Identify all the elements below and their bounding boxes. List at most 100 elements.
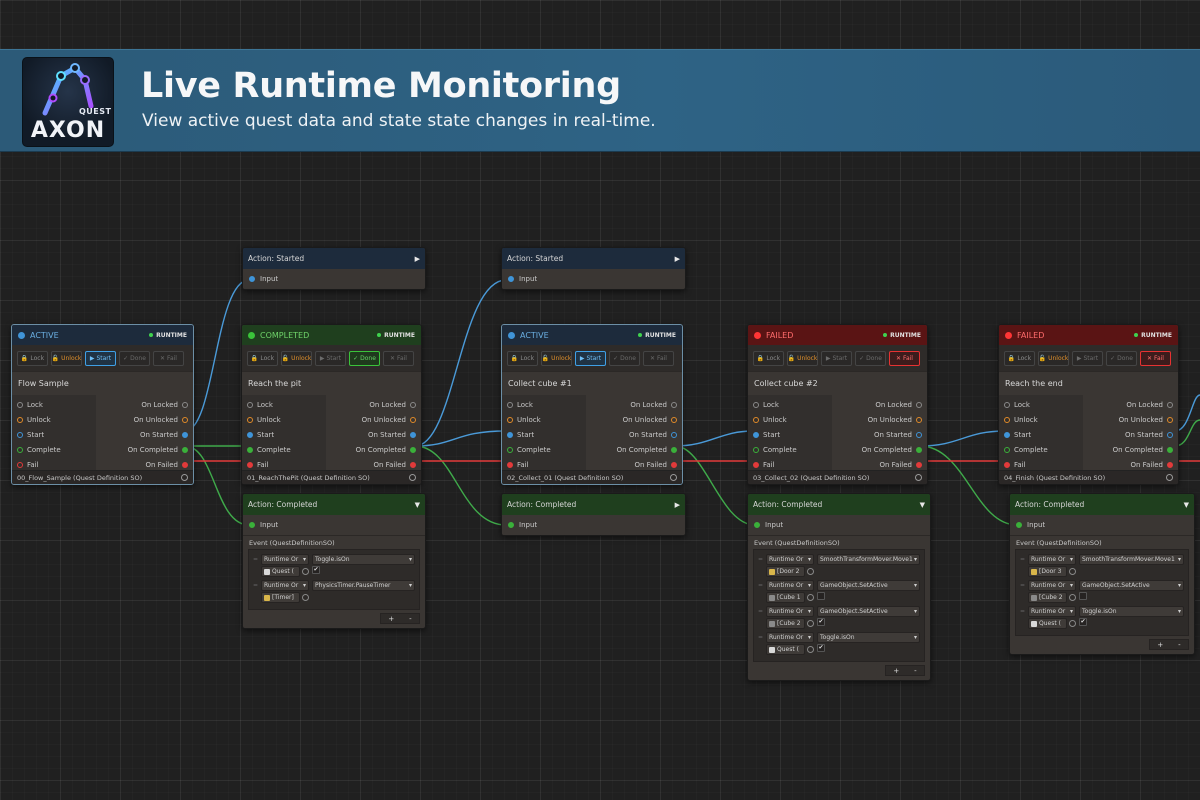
fail-button[interactable]: ✕ Fail: [889, 350, 920, 366]
output-port-on-locked[interactable]: On Locked: [586, 397, 682, 412]
object-picker-icon[interactable]: [807, 646, 814, 653]
method-dropdown[interactable]: SmoothTransformMover.Move1 ▾: [1079, 554, 1184, 565]
input-port-fail[interactable]: Fail: [748, 457, 832, 472]
lock-button[interactable]: 🔒 Lock: [507, 350, 538, 366]
input-port-fail[interactable]: Fail: [12, 457, 96, 472]
quest-asset-field[interactable]: 04_Finish (Quest Definition SO): [999, 470, 1178, 484]
input-port-start[interactable]: Start: [12, 427, 96, 442]
add-event-button[interactable]: +: [388, 615, 394, 623]
start-button[interactable]: ▶ Start: [1072, 350, 1103, 366]
quest-asset-field[interactable]: 02_Collect_01 (Quest Definition SO): [502, 470, 682, 484]
argument-checkbox[interactable]: ✔: [312, 566, 320, 574]
input-port-fail[interactable]: Fail: [502, 457, 586, 472]
output-port-on-started[interactable]: On Started: [326, 427, 421, 442]
quest-asset-field[interactable]: 03_Collect_02 (Quest Definition SO): [748, 470, 927, 484]
object-picker-icon[interactable]: [670, 474, 677, 481]
input-port[interactable]: Input: [243, 269, 425, 289]
output-port-on-completed[interactable]: On Completed: [832, 442, 927, 457]
output-port-on-unlocked[interactable]: On Unlocked: [832, 412, 927, 427]
collapse-arrow-icon[interactable]: ▼: [415, 501, 420, 509]
unlock-button[interactable]: 🔓 Unlock: [1038, 350, 1069, 366]
quest-asset-field[interactable]: 01_ReachThePit (Quest Definition SO): [242, 470, 421, 484]
remove-event-button[interactable]: -: [914, 667, 917, 675]
remove-event-button[interactable]: -: [1178, 641, 1181, 649]
runtime-mode-dropdown[interactable]: Runtime Or ▾: [1028, 606, 1076, 617]
input-port-complete[interactable]: Complete: [502, 442, 586, 457]
input-port-unlock[interactable]: Unlock: [748, 412, 832, 427]
runtime-mode-dropdown[interactable]: Runtime Or ▾: [766, 632, 814, 643]
method-dropdown[interactable]: GameObject.SetActive ▾: [1079, 580, 1184, 591]
method-dropdown[interactable]: SmoothTransformMover.Move1 ▾: [817, 554, 920, 565]
action-completed-node-1[interactable]: Action: Completed ▼ Input Event (QuestDef…: [242, 493, 426, 629]
method-dropdown[interactable]: Toggle.isOn ▾: [1079, 606, 1184, 617]
object-picker-icon[interactable]: [915, 474, 922, 481]
done-button[interactable]: ✓ Done: [349, 350, 380, 366]
target-field[interactable]: [Cube 2: [1028, 592, 1067, 603]
method-dropdown[interactable]: Toggle.isOn ▾: [312, 554, 415, 565]
output-port-on-completed[interactable]: On Completed: [96, 442, 193, 457]
object-picker-icon[interactable]: [302, 594, 309, 601]
input-port-fail[interactable]: Fail: [242, 457, 326, 472]
runtime-mode-dropdown[interactable]: Runtime Or ▾: [1028, 580, 1076, 591]
quest-node-collect-cube-1[interactable]: ACTIVE RUNTIME 🔒 Lock 🔓 Unlock ▶ Start ✓ Don…: [501, 324, 683, 485]
object-picker-icon[interactable]: [1069, 594, 1076, 601]
input-port-complete[interactable]: Complete: [748, 442, 832, 457]
output-port-on-failed[interactable]: On Failed: [326, 457, 421, 472]
action-started-node-2[interactable]: Action: Started ▶ Input: [501, 247, 686, 290]
add-event-button[interactable]: +: [1157, 641, 1163, 649]
output-port-on-started[interactable]: On Started: [832, 427, 927, 442]
input-port-fail[interactable]: Fail: [999, 457, 1083, 472]
fail-button[interactable]: ✕ Fail: [153, 350, 184, 366]
runtime-mode-dropdown[interactable]: Runtime Or ▾: [261, 554, 309, 565]
unlock-button[interactable]: 🔓 Unlock: [787, 350, 818, 366]
action-completed-node-3[interactable]: Action: Completed ▼ Input Event (QuestDef…: [747, 493, 931, 681]
output-port-on-failed[interactable]: On Failed: [586, 457, 682, 472]
quest-node-reach-the-end[interactable]: FAILED RUNTIME 🔒 Lock 🔓 Unlock ▶ Start ✓ Don…: [998, 324, 1179, 485]
input-port-start[interactable]: Start: [242, 427, 326, 442]
start-button[interactable]: ▶ Start: [85, 350, 116, 366]
unlock-button[interactable]: 🔓 Unlock: [541, 350, 572, 366]
object-picker-icon[interactable]: [807, 620, 814, 627]
target-field[interactable]: [Timer]: [261, 592, 300, 603]
input-port-unlock[interactable]: Unlock: [12, 412, 96, 427]
fail-button[interactable]: ✕ Fail: [1140, 350, 1171, 366]
output-port-on-locked[interactable]: On Locked: [96, 397, 193, 412]
target-field[interactable]: Quest (: [766, 644, 805, 655]
runtime-mode-dropdown[interactable]: Runtime Or ▾: [766, 554, 814, 565]
input-port-lock[interactable]: Lock: [502, 397, 586, 412]
quest-node-reach-the-pit[interactable]: COMPLETED RUNTIME 🔒 Lock 🔓 Unlock ▶ Start ✓…: [241, 324, 422, 485]
input-port-unlock[interactable]: Unlock: [999, 412, 1083, 427]
object-picker-icon[interactable]: [409, 474, 416, 481]
start-button[interactable]: ▶ Start: [821, 350, 852, 366]
runtime-mode-dropdown[interactable]: Runtime Or ▾: [1028, 554, 1076, 565]
output-port-on-locked[interactable]: On Locked: [832, 397, 927, 412]
target-field[interactable]: [Door 2: [766, 566, 805, 577]
quest-asset-field[interactable]: 00_Flow_Sample (Quest Definition SO): [12, 470, 193, 484]
target-field[interactable]: Quest (: [1028, 618, 1067, 629]
done-button[interactable]: ✓ Done: [855, 350, 886, 366]
input-port-start[interactable]: Start: [502, 427, 586, 442]
output-port-on-started[interactable]: On Started: [96, 427, 193, 442]
input-port-lock[interactable]: Lock: [242, 397, 326, 412]
lock-button[interactable]: 🔒 Lock: [1004, 350, 1035, 366]
output-port-on-failed[interactable]: On Failed: [96, 457, 193, 472]
input-port[interactable]: Input: [748, 515, 930, 535]
runtime-mode-dropdown[interactable]: Runtime Or ▾: [766, 580, 814, 591]
input-port-lock[interactable]: Lock: [12, 397, 96, 412]
expand-arrow-icon[interactable]: ▶: [415, 255, 420, 263]
input-port-complete[interactable]: Complete: [999, 442, 1083, 457]
unlock-button[interactable]: 🔓 Unlock: [51, 350, 82, 366]
done-button[interactable]: ✓ Done: [119, 350, 150, 366]
output-port-on-started[interactable]: On Started: [1083, 427, 1178, 442]
argument-checkbox[interactable]: ✔: [817, 644, 825, 652]
start-button[interactable]: ▶ Start: [315, 350, 346, 366]
input-port-lock[interactable]: Lock: [748, 397, 832, 412]
output-port-on-completed[interactable]: On Completed: [1083, 442, 1178, 457]
output-port-on-unlocked[interactable]: On Unlocked: [326, 412, 421, 427]
input-port[interactable]: Input: [1010, 515, 1194, 535]
target-field[interactable]: [Cube 2: [766, 618, 805, 629]
done-button[interactable]: ✓ Done: [609, 350, 640, 366]
done-button[interactable]: ✓ Done: [1106, 350, 1137, 366]
argument-checkbox[interactable]: [817, 592, 825, 600]
action-completed-node-2[interactable]: Action: Completed ▶ Input: [501, 493, 686, 536]
